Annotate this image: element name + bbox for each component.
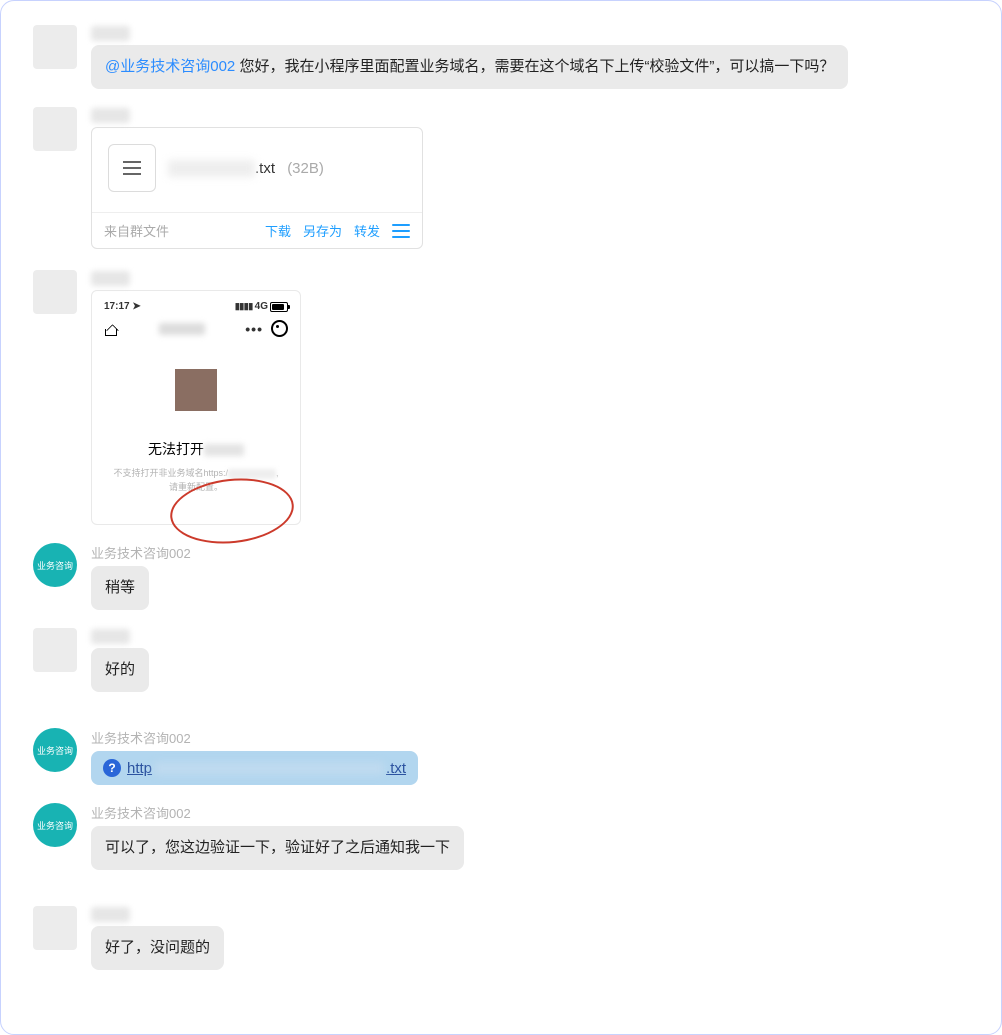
sender-name: xxxxxx [91, 26, 130, 41]
avatar[interactable] [33, 906, 77, 950]
avatar[interactable] [33, 107, 77, 151]
message-text: 好的 [105, 661, 135, 678]
message-row: 业务咨询 业务技术咨询002 稍等 [33, 543, 983, 610]
message-row: xxxxxx 17:17 ➤ ▮▮▮▮ 4G ••• [33, 270, 983, 525]
message-row: 业务咨询 业务技术咨询002 可以了，您这边验证一下，验证好了之后通知我一下 [33, 803, 983, 870]
target-icon [271, 320, 288, 337]
file-attachment-card[interactable]: xxxxxxxxxx.txt (32B) 来自群文件 下载 另存为 转发 [91, 127, 423, 249]
message-bubble[interactable]: 可以了，您这边验证一下，验证好了之后通知我一下 [91, 826, 464, 870]
screenshot-attachment[interactable]: 17:17 ➤ ▮▮▮▮ 4G ••• [91, 290, 301, 525]
error-subtext: 不支持打开非业务域名https:/, 请重新配置。 [100, 467, 292, 494]
sender-name: 业务技术咨询002 [91, 728, 191, 747]
sender-name: xxxxxx [91, 907, 130, 922]
chat-frame: xxxxxx @业务技术咨询002 您好，我在小程序里面配置业务域名，需要在这个… [0, 0, 1002, 1035]
error-heading: 无法打开 [100, 439, 292, 459]
message-text: 稍等 [105, 579, 135, 596]
download-link[interactable]: 下载 [265, 221, 291, 240]
message-row: xxxxxx xxxxxxxxxx.txt (32B) 来自群文件 下载 另存为 [33, 107, 983, 252]
message-text: 您好，我在小程序里面配置业务域名，需要在这个域名下上传“校验文件”，可以搞一下吗… [239, 58, 834, 75]
battery-icon [270, 302, 288, 312]
avatar[interactable]: 业务咨询 [33, 728, 77, 772]
message-text: 可以了，您这边验证一下，验证好了之后通知我一下 [105, 839, 450, 856]
message-row: 业务咨询 业务技术咨询002 ? http.txt [33, 728, 983, 785]
message-bubble[interactable]: 稍等 [91, 566, 149, 610]
mention[interactable]: @业务技术咨询002 [105, 58, 235, 75]
phone-status-bar: 17:17 ➤ ▮▮▮▮ 4G [100, 299, 292, 314]
link-bubble[interactable]: ? http.txt [91, 751, 418, 785]
sender-name: xxxxxx [91, 629, 130, 644]
message-bubble[interactable]: 好的 [91, 648, 149, 692]
sender-name: 业务技术咨询002 [91, 803, 191, 822]
phone-nav-bar: ••• [100, 314, 292, 345]
app-icon [175, 369, 217, 411]
sender-name: xxxxxx [91, 271, 130, 286]
file-source-label: 来自群文件 [104, 221, 169, 240]
file-name: xxxxxxxxxx.txt (32B) [168, 160, 324, 177]
more-icon[interactable] [392, 224, 410, 238]
message-bubble[interactable]: @业务技术咨询002 您好，我在小程序里面配置业务域名，需要在这个域名下上传“校… [91, 45, 848, 89]
sender-name: xxxxxx [91, 108, 130, 123]
signal-icon: ▮▮▮▮ [235, 301, 253, 312]
forward-link[interactable]: 转发 [354, 221, 380, 240]
message-row: xxxxxx 好了，没问题的 [33, 906, 983, 970]
sender-name: 业务技术咨询002 [91, 543, 191, 562]
file-size: (32B) [287, 160, 324, 177]
message-bubble[interactable]: 好了，没问题的 [91, 926, 224, 970]
file-type-icon [108, 144, 156, 192]
link-text[interactable]: http.txt [127, 760, 406, 777]
avatar[interactable] [33, 270, 77, 314]
avatar[interactable] [33, 628, 77, 672]
message-row: xxxxxx 好的 [33, 628, 983, 692]
avatar[interactable]: 业务咨询 [33, 803, 77, 847]
location-icon: ➤ [132, 301, 140, 312]
avatar[interactable] [33, 25, 77, 69]
link-shield-icon: ? [103, 759, 121, 777]
message-text: 好了，没问题的 [105, 939, 210, 956]
more-dots-icon: ••• [245, 321, 263, 337]
phone-title [159, 323, 205, 335]
message-row: xxxxxx @业务技术咨询002 您好，我在小程序里面配置业务域名，需要在这个… [33, 25, 983, 89]
save-as-link[interactable]: 另存为 [303, 221, 342, 240]
avatar[interactable]: 业务咨询 [33, 543, 77, 587]
